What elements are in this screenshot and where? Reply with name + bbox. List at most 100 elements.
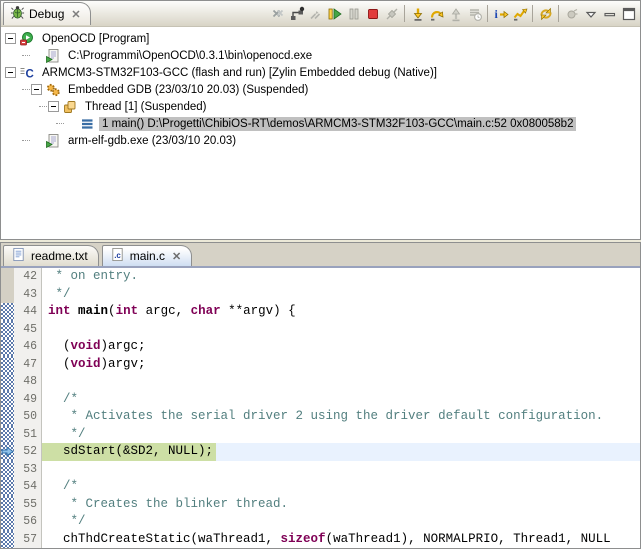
code-text[interactable]: [42, 321, 640, 339]
annotation-ruler-cell[interactable]: [1, 478, 14, 496]
code-line-55: 55 * Creates the blinker thread.: [1, 496, 640, 514]
disconnect-icon: [384, 6, 400, 22]
code-text[interactable]: [42, 461, 640, 479]
debug-tree-item-openocd-program[interactable]: OpenOCD [Program]: [1, 30, 640, 47]
minimize-button[interactable]: [600, 4, 619, 24]
annotation-ruler-cell[interactable]: [1, 461, 14, 479]
debug-tree-item-armcm3-launch[interactable]: C ARMCM3-STM32F103-GCC (flash and run) [Z…: [1, 64, 640, 81]
code-text[interactable]: (void)argc;: [42, 338, 640, 356]
program-icon: [19, 31, 35, 47]
code-text[interactable]: sdStart(&SD2, NULL);: [42, 443, 640, 461]
annotation-ruler-cell[interactable]: [1, 513, 14, 531]
target-icon: C: [19, 65, 35, 81]
code-text[interactable]: */: [42, 426, 640, 444]
step-over-button[interactable]: [427, 4, 446, 24]
code-text[interactable]: chThdCreateStatic(waThread1, sizeof(waTh…: [42, 531, 640, 549]
debug-view-panel: Debug ✕ i OpenOCD [Program]C:\Programmi\…: [0, 0, 641, 240]
restart-icon: [289, 6, 305, 22]
line-number: 53: [14, 461, 42, 479]
debug-view-close-icon[interactable]: ✕: [71, 8, 80, 21]
debug-options-button: [562, 4, 581, 24]
remove-all-terminated-icon: [270, 6, 286, 22]
view-menu-icon: [583, 6, 599, 22]
disconnect-button: [382, 4, 401, 24]
annotation-ruler-cell[interactable]: [1, 356, 14, 374]
instruction-pointer-gutter[interactable]: [1, 443, 14, 461]
debug-tree-item-stack-frame-main[interactable]: 1 main() D:\Progetti\ChibiOS-RT\demos\AR…: [1, 115, 640, 132]
code-text[interactable]: * Creates the blinker thread.: [42, 496, 640, 514]
code-text[interactable]: */: [42, 286, 640, 304]
tree-expander-icon[interactable]: [31, 84, 42, 95]
code-line-45: 45: [1, 321, 640, 339]
debug-tree-item-openocd-exe[interactable]: C:\Programmi\OpenOCD\0.3.1\bin\openocd.e…: [1, 47, 640, 64]
code-text[interactable]: * on entry.: [42, 268, 640, 286]
frame-icon: [79, 116, 95, 132]
annotation-ruler-cell[interactable]: [1, 373, 14, 391]
debug-view-header: Debug ✕ i: [1, 1, 640, 27]
step-into-button[interactable]: [408, 4, 427, 24]
line-number: 54: [14, 478, 42, 496]
code-editor: 42 * on entry.43 */44int main(int argc, …: [1, 268, 640, 548]
line-number: 46: [14, 338, 42, 356]
code-text[interactable]: [42, 373, 640, 391]
code-text[interactable]: (void)argv;: [42, 356, 640, 374]
instruction-pointer-icon: [1, 446, 14, 457]
terminate-button[interactable]: [363, 4, 382, 24]
resume-button[interactable]: [325, 4, 344, 24]
refresh-debug-views-icon: [538, 6, 554, 22]
instruction-stepping-icon: i: [493, 6, 509, 22]
debug-view-tab[interactable]: Debug ✕: [3, 2, 91, 25]
code-line-46: 46 (void)argc;: [1, 338, 640, 356]
code-text[interactable]: /*: [42, 391, 640, 409]
editor-tab-main-c[interactable]: .cmain.c✕: [102, 245, 193, 266]
use-step-filters-button[interactable]: [510, 4, 529, 24]
tree-expander-icon[interactable]: [5, 33, 16, 44]
step-return-button: [446, 4, 465, 24]
annotation-ruler-cell[interactable]: [1, 268, 14, 286]
annotation-ruler-cell[interactable]: [1, 531, 14, 549]
view-menu-button[interactable]: [581, 4, 600, 24]
tree-item-label: ARMCM3-STM32F103-GCC (flash and run) [Zy…: [39, 66, 440, 80]
editor-tab-label: readme.txt: [31, 249, 88, 263]
annotation-ruler-cell[interactable]: [1, 338, 14, 356]
code-text[interactable]: int main(int argc, char **argv) {: [42, 303, 640, 321]
line-number: 57: [14, 531, 42, 549]
debug-tree-item-arm-elf-gdb[interactable]: arm-elf-gdb.exe (23/03/10 20.03): [1, 132, 640, 149]
line-number: 43: [14, 286, 42, 304]
code-line-54: 54 /*: [1, 478, 640, 496]
editor-tab-readme[interactable]: readme.txt: [3, 245, 99, 266]
svg-text:i: i: [494, 7, 498, 21]
debug-options-icon: [564, 6, 580, 22]
code-line-51: 51 */: [1, 426, 640, 444]
eclipse-debug-perspective: Debug ✕ i OpenOCD [Program]C:\Programmi\…: [0, 0, 641, 549]
maximize-button[interactable]: [619, 4, 638, 24]
terminate-icon: [365, 6, 381, 22]
tree-expander-icon[interactable]: [48, 101, 59, 112]
tree-expander-icon[interactable]: [5, 67, 16, 78]
annotation-ruler-cell[interactable]: [1, 408, 14, 426]
line-number: 44: [14, 303, 42, 321]
annotation-ruler-cell[interactable]: [1, 303, 14, 321]
refresh-debug-views-button[interactable]: [536, 4, 555, 24]
toolbar-separator: [404, 5, 405, 22]
line-number: 49: [14, 391, 42, 409]
toolbar-separator: [532, 5, 533, 22]
tree-item-label: 1 main() D:\Progetti\ChibiOS-RT\demos\AR…: [99, 117, 576, 131]
instruction-stepping-button[interactable]: i: [491, 4, 510, 24]
code-line-48: 48: [1, 373, 640, 391]
annotation-ruler-cell[interactable]: [1, 426, 14, 444]
code-text[interactable]: */: [42, 513, 640, 531]
restart-button[interactable]: [287, 4, 306, 24]
fileText-icon: [11, 247, 26, 265]
debug-tree-item-embedded-gdb[interactable]: Embedded GDB (23/03/10 20.03) (Suspended…: [1, 81, 640, 98]
debug-tree-item-thread-1[interactable]: Thread [1] (Suspended): [1, 98, 640, 115]
tab-close-icon[interactable]: ✕: [172, 250, 181, 263]
annotation-ruler-cell[interactable]: [1, 286, 14, 304]
code-line-42: 42 * on entry.: [1, 268, 640, 286]
code-text[interactable]: * Activates the serial driver 2 using th…: [42, 408, 640, 426]
fileC-icon: .c: [110, 247, 125, 265]
annotation-ruler-cell[interactable]: [1, 391, 14, 409]
annotation-ruler-cell[interactable]: [1, 321, 14, 339]
code-text[interactable]: /*: [42, 478, 640, 496]
annotation-ruler-cell[interactable]: [1, 496, 14, 514]
